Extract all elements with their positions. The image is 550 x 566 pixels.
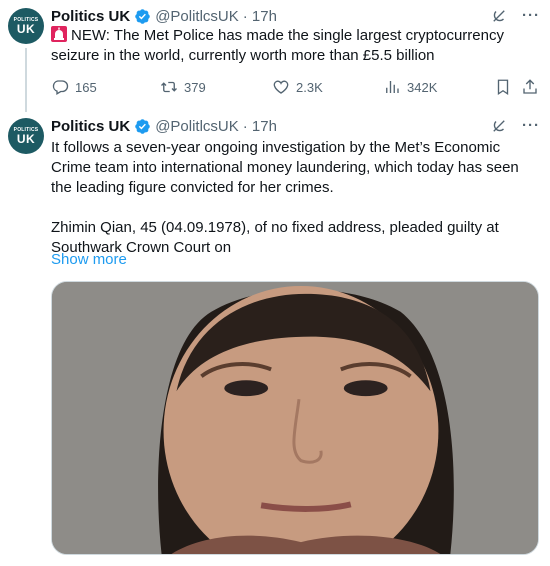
- reply-button[interactable]: 165: [51, 77, 97, 97]
- avatar-big-text: UK: [16, 22, 36, 36]
- reply-icon: [52, 80, 69, 95]
- bookmark-button[interactable]: [494, 77, 512, 97]
- like-count: 2.3K: [296, 79, 323, 95]
- bookmark-icon: [497, 79, 509, 96]
- share-icon: [523, 79, 537, 94]
- mugshot-image: [52, 282, 538, 554]
- tweet-text: It follows a seven-year ongoing investig…: [51, 138, 541, 258]
- tweet-header: Politics UK @PolitlcsUK · 17h ···: [51, 6, 540, 26]
- share-button[interactable]: [521, 77, 539, 97]
- grok-icon[interactable]: [490, 117, 508, 135]
- retweet-icon: [161, 81, 177, 93]
- tweet-header: Politics UK @PolitlcsUK · 17h ···: [51, 116, 540, 136]
- like-icon: [273, 80, 289, 94]
- views-icon: [386, 81, 399, 93]
- more-icon[interactable]: ···: [522, 118, 540, 133]
- grok-icon[interactable]: [490, 7, 508, 25]
- siren-icon: [51, 26, 67, 42]
- tweet-timestamp[interactable]: · 17h: [243, 118, 277, 135]
- avatar[interactable]: POLITICS UK: [8, 8, 44, 44]
- author-handle[interactable]: @PolitlcsUK: [155, 8, 239, 25]
- show-more-link[interactable]: Show more: [51, 251, 127, 268]
- tweet-photo[interactable]: [51, 281, 539, 555]
- avatar[interactable]: POLITICS UK: [8, 118, 44, 154]
- thread-connector-line: [25, 48, 27, 112]
- author-handle[interactable]: @PolitlcsUK: [155, 118, 239, 135]
- like-button[interactable]: 2.3K: [272, 77, 323, 97]
- retweet-button[interactable]: 379: [160, 77, 206, 97]
- tweet-paragraph: It follows a seven-year ongoing investig…: [51, 139, 519, 196]
- tweet-actions: 165 379 2.3K 342K: [51, 77, 540, 97]
- more-icon[interactable]: ···: [522, 8, 540, 23]
- verified-icon[interactable]: [134, 118, 151, 135]
- tweet-timestamp[interactable]: · 17h: [243, 8, 277, 25]
- avatar-big-text: UK: [16, 132, 36, 146]
- verified-icon[interactable]: [134, 8, 151, 25]
- reply-count: 165: [75, 79, 97, 95]
- tweet-text: NEW: The Met Police has made the single …: [51, 26, 541, 66]
- tweet-body: NEW: The Met Police has made the single …: [51, 27, 504, 64]
- views-button[interactable]: 342K: [383, 77, 437, 97]
- author-name[interactable]: Politics UK: [51, 118, 130, 135]
- views-count: 342K: [407, 79, 438, 95]
- author-name[interactable]: Politics UK: [51, 8, 130, 25]
- retweet-count: 379: [184, 79, 206, 95]
